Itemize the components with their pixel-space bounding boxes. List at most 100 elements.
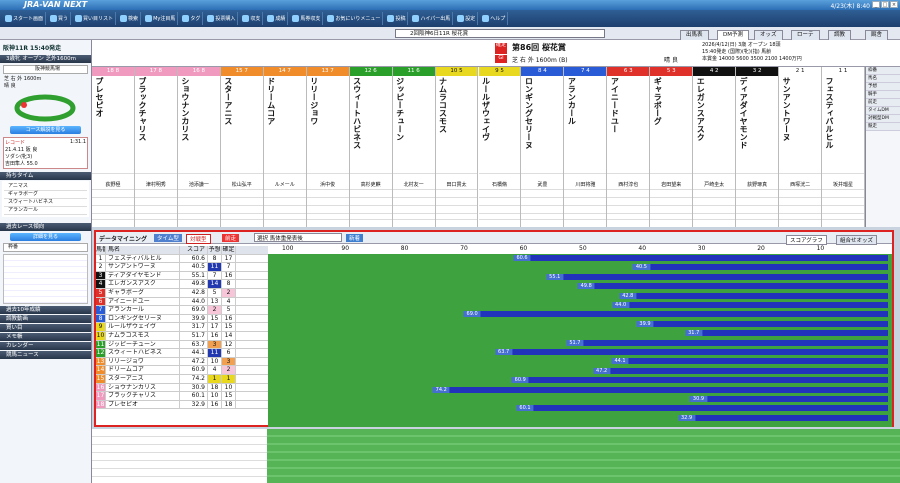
score-row[interactable]: 1 フェスティバルヒル 60.6 8 17 xyxy=(96,254,268,264)
horse-column[interactable]: 13 7 リリージョワ 浜中俊 xyxy=(306,67,350,227)
toolbar-button[interactable]: お気にいりメニュー xyxy=(325,12,384,25)
horse-column[interactable]: 10 5 ナムラコスモス 田口貫太 xyxy=(435,67,479,227)
tab-0[interactable]: 出馬表 xyxy=(680,30,709,40)
section-ten[interactable]: 過去10年成績 xyxy=(0,306,91,314)
horse-name[interactable]: ショウナンカリス xyxy=(179,77,191,141)
horse-name[interactable]: エレガンスアスク xyxy=(694,77,706,141)
horse-name[interactable]: ブラックチャリス xyxy=(136,77,148,141)
score-row[interactable]: 3 ディアダイヤモンド 55.1 7 16 xyxy=(96,271,268,281)
horse-name[interactable]: ギャラボーグ xyxy=(651,77,663,125)
new-button[interactable]: 新着 xyxy=(346,234,364,242)
section-kaime[interactable]: 買い目 xyxy=(0,324,91,332)
mochi-row[interactable]: ギャラボーグ xyxy=(4,191,87,199)
tab-2[interactable]: オッズ xyxy=(754,30,783,40)
horse-column[interactable]: 14 7 ドリームコア ルメール xyxy=(263,67,307,227)
horse-column[interactable]: 12 6 スウィートハビネス 高杉吏麒 xyxy=(349,67,393,227)
score-row[interactable]: 16 ショウナンカリス 30.9 18 10 xyxy=(96,383,268,393)
horse-column[interactable]: 3 2 ディアダイヤモンド 荻野琢真 xyxy=(736,67,780,227)
horse-name[interactable]: サンアントワーヌ xyxy=(780,77,792,141)
horse-column[interactable]: 7 4 アランカール 川田将雅 xyxy=(564,67,608,227)
score-row[interactable]: 4 エレガンスアスク 49.8 14 8 xyxy=(96,280,268,289)
horse-name[interactable]: ルールザウェイヴ xyxy=(480,77,492,141)
close-icon[interactable]: × xyxy=(890,1,898,8)
toolbar-button[interactable]: 馬券収支 xyxy=(290,12,324,25)
score-row[interactable]: 12 スウィートハビネス 44.1 11 6 xyxy=(96,349,268,358)
horse-column[interactable]: 4 2 エレガンスアスク 戸崎圭太 xyxy=(693,67,737,227)
horse-name[interactable]: プレセピオ xyxy=(93,77,105,117)
score-row[interactable]: 14 ドリームコア 60.9 4 2 xyxy=(96,366,268,375)
score-row[interactable]: 8 ロンギングセリーヌ 39.9 15 16 xyxy=(96,314,268,324)
horse-column[interactable]: 2 1 サンアントワーヌ 西塚洸二 xyxy=(779,67,823,227)
toolbar-button[interactable]: 検索 xyxy=(118,12,142,25)
horse-column[interactable]: 15 7 スターアニス 松山弘平 xyxy=(220,67,264,227)
horse-name[interactable]: ロンギングセリーヌ xyxy=(522,77,534,149)
section-kako[interactable]: 過去レース傾向 xyxy=(0,223,91,231)
toolbar-button[interactable]: My注目馬 xyxy=(143,12,179,25)
section-news[interactable]: 競馬ニュース xyxy=(0,351,91,359)
horse-column[interactable]: 6 3 アイニードユー 西村淳也 xyxy=(607,67,651,227)
horse-name[interactable]: フェスティバルヒル xyxy=(823,77,835,149)
horse-name[interactable]: リリージョワ xyxy=(308,77,320,125)
mochi-row[interactable]: スウィートハビネス xyxy=(4,199,87,207)
horse-column[interactable]: 16 8 ショウナンカリス 池添謙一 xyxy=(177,67,221,227)
tab-time[interactable]: タイム型 xyxy=(154,234,182,242)
score-row[interactable]: 9 ルールザウェイヴ 31.7 17 15 xyxy=(96,323,268,332)
sort-select[interactable]: 選択 馬体重発表後 xyxy=(254,233,342,242)
section-mochi[interactable]: 持ちタイム xyxy=(0,172,91,180)
horse-column[interactable]: 5 3 ギャラボーグ 岩田望来 xyxy=(650,67,694,227)
horse-column[interactable]: 8 4 ロンギングセリーヌ 武豊 xyxy=(521,67,565,227)
score-row[interactable]: 11 ジッピーチューン 63.7 3 12 xyxy=(96,340,268,350)
toolbar-button[interactable]: 買い目リスト xyxy=(73,12,117,25)
mochi-row[interactable]: アニマス xyxy=(4,183,87,191)
section-memo[interactable]: メモ帳 xyxy=(0,333,91,341)
horse-name[interactable]: ナムラコスモス xyxy=(437,77,449,133)
horse-column[interactable]: 9 5 ルールザウェイヴ 石橋脩 xyxy=(478,67,522,227)
toolbar-button[interactable]: 投稿 xyxy=(385,12,409,25)
course-detail-button[interactable]: コース解説を見る xyxy=(10,126,81,134)
horse-column[interactable]: 17 8 ブラックチャリス 津村明秀 xyxy=(134,67,178,227)
horse-column[interactable]: 18 8 プレセピオ 荻野極 xyxy=(92,67,135,227)
section-calendar[interactable]: カレンダー xyxy=(0,342,91,350)
minimize-icon[interactable]: _ xyxy=(872,1,880,8)
tab-zenso[interactable]: 前走 xyxy=(222,234,240,242)
toolbar-button[interactable]: 設定 xyxy=(455,12,479,25)
toolbar-button[interactable]: 投票購入 xyxy=(205,12,239,25)
tab-score-graph[interactable]: スコアグラフ xyxy=(786,235,827,245)
kako-detail-button[interactable]: 詳細を見る xyxy=(10,233,81,241)
toolbar-button[interactable]: スタート画面 xyxy=(3,12,47,25)
score-row[interactable]: 17 ブラックチャリス 60.1 10 15 xyxy=(96,392,268,401)
tab-3[interactable]: ローテ xyxy=(791,30,820,40)
toolbar-button[interactable]: タグ xyxy=(180,12,204,25)
score-row[interactable]: 7 アランカール 69.0 2 5 xyxy=(96,306,268,315)
horse-name[interactable]: ドリームコア xyxy=(265,77,277,125)
horse-column[interactable]: 1 1 フェスティバルヒル 坂井瑠星 xyxy=(822,67,865,227)
tab-5[interactable]: 厩舎 xyxy=(865,30,889,40)
score-row[interactable]: 13 リリージョワ 47.2 10 3 xyxy=(96,357,268,367)
maximize-icon[interactable]: □ xyxy=(881,1,889,8)
toolbar-button[interactable]: ハイパー出馬 xyxy=(410,12,454,25)
score-row[interactable]: 18 プレセピオ 32.9 16 18 xyxy=(96,400,268,410)
score-row[interactable]: 5 ギャラボーグ 42.8 5 2 xyxy=(96,288,268,298)
toolbar-button[interactable]: ヘルプ xyxy=(480,12,509,25)
toolbar-button[interactable]: 成績 xyxy=(265,12,289,25)
horse-name[interactable]: スターアニス xyxy=(222,77,234,125)
section-chokyo[interactable]: 調教動画 xyxy=(0,315,91,323)
tab-1[interactable]: DM予測 xyxy=(717,30,749,40)
score-row[interactable]: 10 ナムラコスモス 51.7 16 14 xyxy=(96,331,268,341)
score-row[interactable]: 2 サンアントワーヌ 40.5 11 7 xyxy=(96,263,268,272)
tab-4[interactable]: 調教 xyxy=(828,30,852,40)
tab-taisen[interactable]: 対戦型 xyxy=(186,234,211,244)
score-row[interactable]: 6 アイニードユー 44.0 13 4 xyxy=(96,297,268,307)
score-row[interactable]: 15 スターアニス 74.2 1 1 xyxy=(96,374,268,384)
mochi-row[interactable]: アランカール xyxy=(4,207,87,215)
horse-name[interactable]: ジッピーチューン xyxy=(394,77,406,141)
horse-name[interactable]: アランカール xyxy=(565,77,577,125)
race-select[interactable]: 2回阪神6日11R 桜花賞 xyxy=(395,29,605,38)
horse-name[interactable]: アイニードユー xyxy=(608,77,620,133)
horse-name[interactable]: スウィートハビネス xyxy=(351,77,363,149)
toolbar-button[interactable]: 買う xyxy=(48,12,72,25)
horse-name[interactable]: ディアダイヤモンド xyxy=(737,77,749,149)
kako-select[interactable]: 枠番 xyxy=(3,243,88,252)
toolbar-button[interactable]: 収支 xyxy=(240,12,264,25)
tab-combo-odds[interactable]: 組合せオッズ xyxy=(836,235,878,245)
